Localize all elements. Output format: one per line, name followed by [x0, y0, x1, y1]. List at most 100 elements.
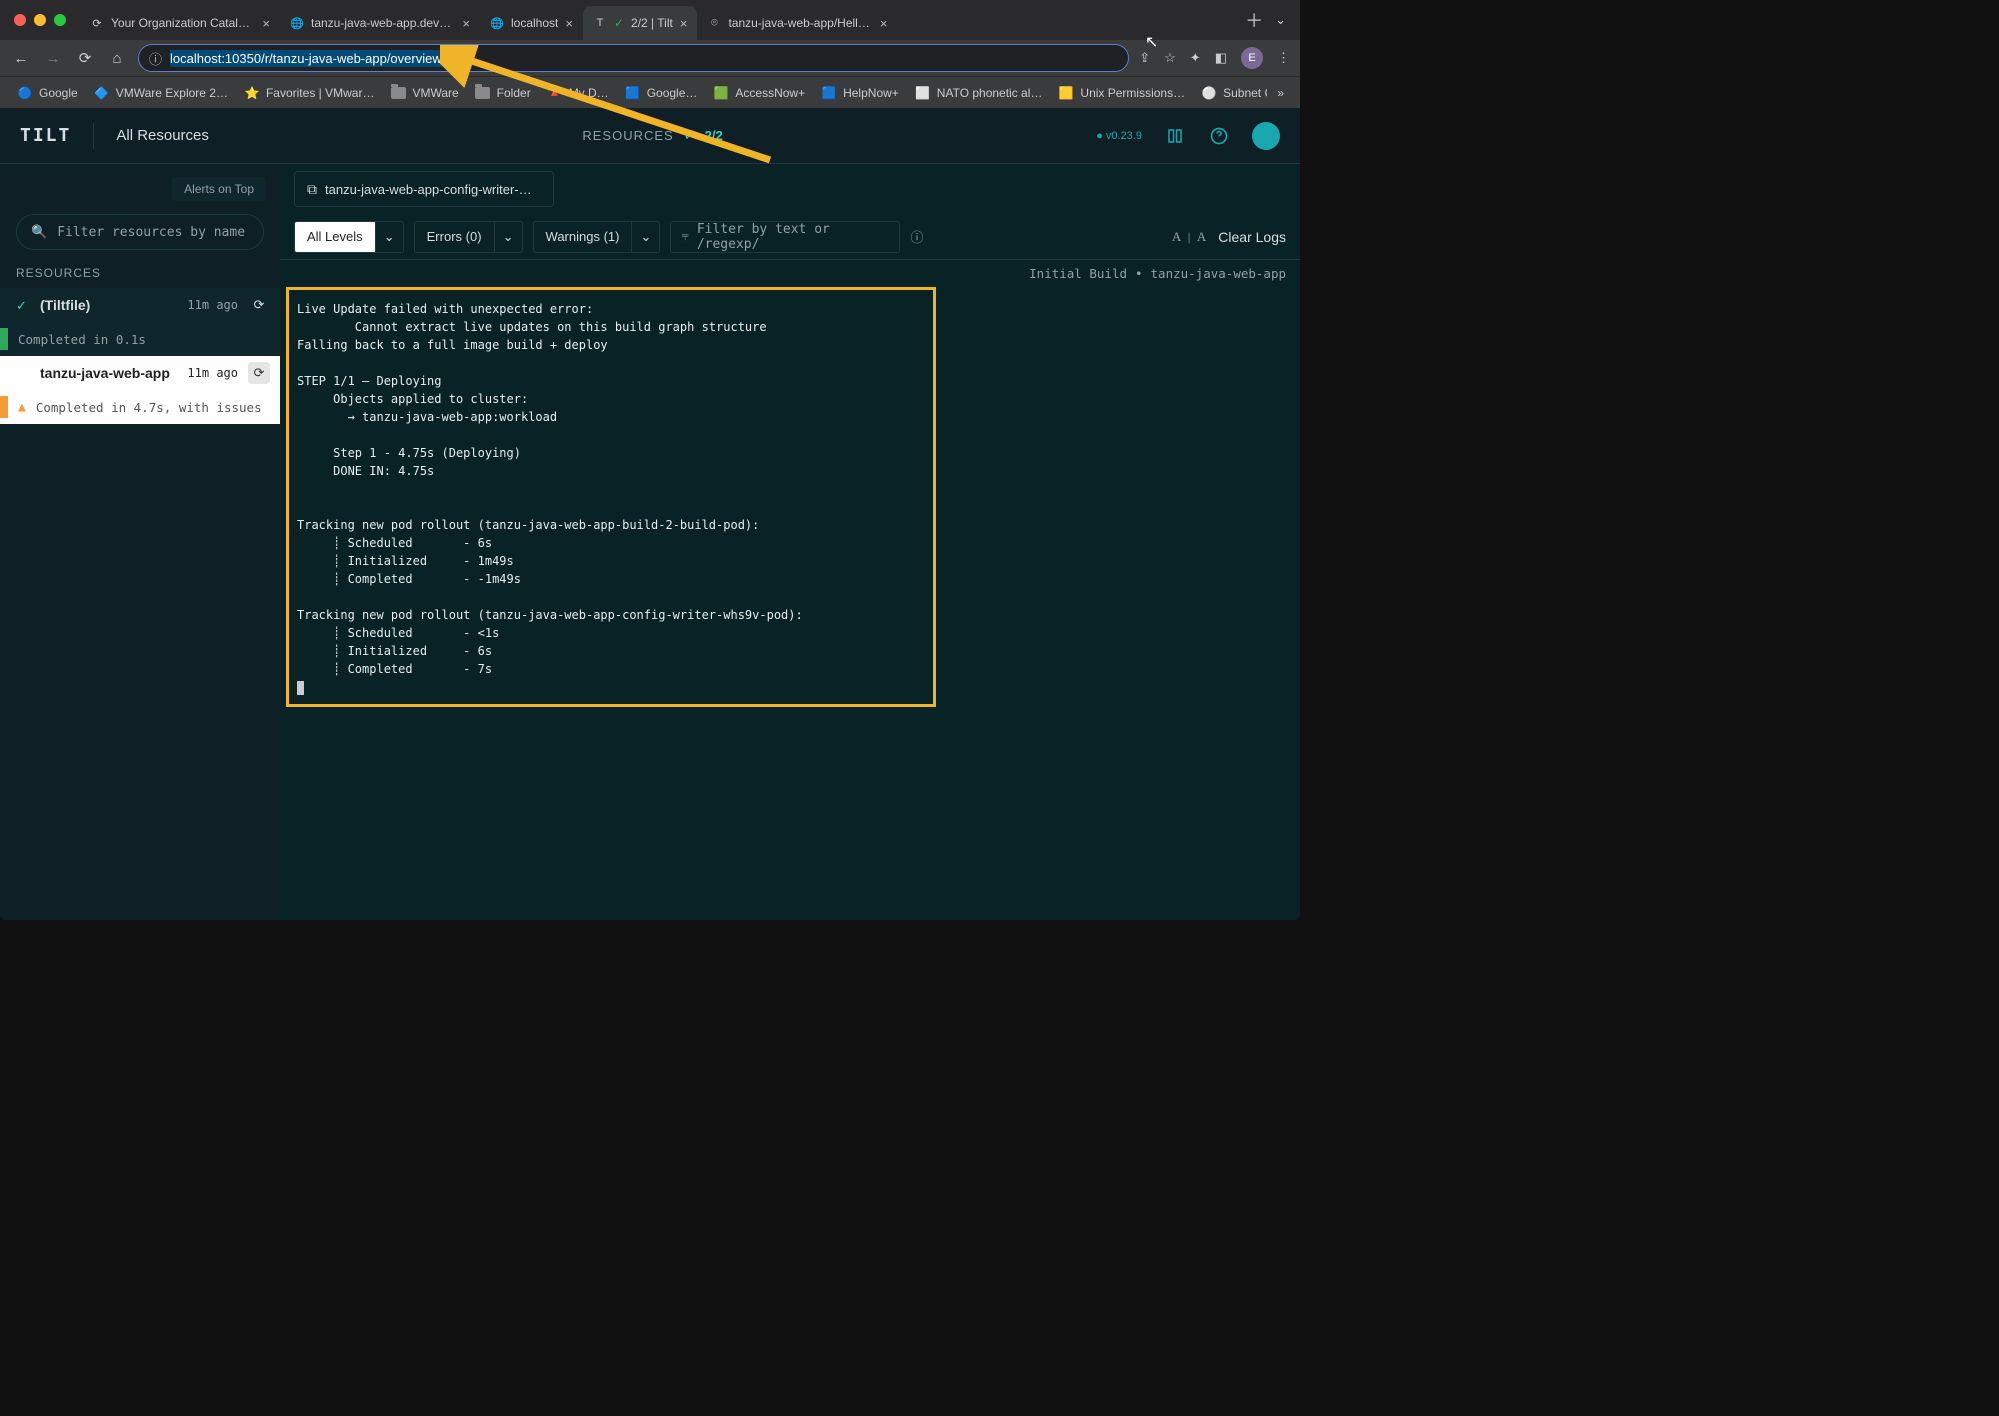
build-status-line: Initial Build•tanzu-java-web-app	[280, 260, 1300, 287]
tab-title: 2/2 | Tilt	[631, 16, 673, 30]
version-label[interactable]: ● v0.23.9	[1096, 130, 1142, 142]
log-level-button[interactable]: All Levels	[294, 221, 376, 253]
log-filter-input[interactable]: ⫧ Filter by text or /regexp/	[670, 221, 900, 253]
tilt-logo[interactable]: TILT	[20, 125, 71, 146]
mouse-cursor: ↖	[1145, 32, 1158, 52]
browser-menu-icon[interactable]: ⋮	[1277, 50, 1290, 66]
resource-filter-input[interactable]: 🔍 Filter resources by name	[16, 214, 264, 250]
share-icon[interactable]: ⇪	[1139, 50, 1150, 66]
close-tab-icon[interactable]: ×	[880, 16, 888, 31]
maximize-window-button[interactable]	[54, 14, 66, 26]
snapshot-icon[interactable]	[1164, 125, 1186, 147]
close-tab-icon[interactable]: ×	[680, 16, 688, 31]
log-level-caret[interactable]: ⌄	[376, 221, 404, 253]
resource-time: 11m ago	[187, 366, 238, 380]
bookmark-item[interactable]: 🔷VMWare Explore 2…	[87, 82, 235, 104]
favicon: ⌾	[707, 16, 721, 30]
errors-filter-button[interactable]: Errors (0)	[414, 221, 495, 253]
bookmark-item[interactable]: 🟦HelpNow+	[814, 82, 906, 104]
errors-caret[interactable]: ⌄	[495, 221, 523, 253]
site-info-icon[interactable]: ⓘ	[149, 49, 162, 68]
extensions-icon[interactable]: ✦	[1190, 50, 1201, 66]
forward-button[interactable]: →	[42, 50, 64, 67]
clear-logs-button[interactable]: Clear Logs	[1218, 229, 1286, 245]
bookmark-icon: 🔺	[547, 85, 563, 101]
bookmark-item[interactable]: VMWare	[383, 82, 465, 104]
browser-tab[interactable]: T✓2/2 | Tilt×	[583, 6, 697, 40]
new-tab-button[interactable]: ＋	[1233, 7, 1275, 33]
resource-time: 11m ago	[187, 298, 238, 312]
bookmark-icon: 🟦	[625, 85, 641, 101]
browser-tabstrip: ⟳Your Organization Catalog | Ta×🌐tanzu-j…	[0, 0, 1300, 40]
reload-resource-button[interactable]: ⟳	[248, 362, 270, 384]
close-tab-icon[interactable]: ×	[262, 16, 270, 31]
check-icon: ✓	[684, 128, 695, 144]
resource-name: (Tiltfile)	[40, 297, 177, 313]
browser-tab[interactable]: ⌾tanzu-java-web-app/HelloCon×	[697, 6, 897, 40]
bookmark-label: NATO phonetic al…	[937, 86, 1043, 100]
bookmark-item[interactable]: 🟩AccessNow+	[706, 82, 812, 104]
resource-item[interactable]: tanzu-java-web-app 11m ago ⟳ ▲ Completed…	[0, 356, 280, 424]
tab-overflow-button[interactable]: ⌄	[1275, 12, 1286, 28]
profile-avatar[interactable]: E	[1241, 47, 1263, 69]
bookmark-item[interactable]: 🔵Google	[10, 82, 85, 104]
bookmark-item[interactable]: Folder	[468, 82, 538, 104]
bookmark-label: AccessNow+	[735, 86, 805, 100]
panel-icon[interactable]: ◧	[1215, 50, 1227, 66]
font-size-toggle[interactable]: A | A	[1172, 229, 1208, 245]
status-indicator	[0, 396, 8, 418]
bookmark-star-icon[interactable]: ☆	[1164, 50, 1176, 66]
tilt-header: TILT All Resources RESOURCES ✓ 2/2 ● v0.…	[0, 108, 1300, 164]
filter-icon: ⫧	[681, 229, 688, 244]
log-output[interactable]: Live Update failed with unexpected error…	[286, 287, 936, 707]
reload-resource-button[interactable]: ⟳	[248, 294, 270, 316]
bookmark-item[interactable]: ⚪Subnet Cheat She…	[1194, 82, 1267, 104]
tab-title: Your Organization Catalog | Ta	[111, 16, 255, 30]
resource-status-text: Completed in 0.1s	[18, 332, 146, 347]
browser-tab[interactable]: ⟳Your Organization Catalog | Ta×	[80, 6, 280, 40]
browser-tab[interactable]: 🌐localhost×	[480, 6, 583, 40]
pod-chip[interactable]: ⧉ tanzu-java-web-app-config-writer-w…	[294, 171, 554, 207]
warnings-caret[interactable]: ⌄	[632, 221, 660, 253]
bookmarks-overflow-button[interactable]: »	[1271, 86, 1290, 100]
bookmark-item[interactable]: 🔺My D…	[540, 82, 616, 104]
close-tab-icon[interactable]: ×	[565, 16, 573, 31]
minimize-window-button[interactable]	[34, 14, 46, 26]
user-avatar[interactable]	[1252, 122, 1280, 150]
bookmark-label: Google…	[647, 86, 698, 100]
favicon: 🌐	[290, 16, 304, 30]
divider	[93, 123, 94, 149]
back-button[interactable]: ←	[10, 50, 32, 67]
address-bar[interactable]: ⓘ localhost:10350/r/tanzu-java-web-app/o…	[138, 44, 1129, 72]
bookmark-icon: ⬜	[915, 85, 931, 101]
resource-status-text: Completed in 4.7s, with issues	[36, 400, 262, 415]
resource-item[interactable]: ✓ (Tiltfile) 11m ago ⟳ Completed in 0.1s	[0, 288, 280, 356]
close-tab-icon[interactable]: ×	[462, 16, 470, 31]
resources-count: 2/2	[705, 128, 723, 143]
alerts-on-top-toggle[interactable]: Alerts on Top	[172, 177, 266, 201]
help-icon[interactable]	[1208, 125, 1230, 147]
url-text: localhost:10350/r/tanzu-java-web-app/ove…	[170, 50, 442, 67]
bookmark-label: Subnet Cheat She…	[1223, 86, 1267, 100]
close-window-button[interactable]	[14, 14, 26, 26]
bookmark-item[interactable]: 🟨Unix Permissions…	[1051, 82, 1192, 104]
warnings-filter-button[interactable]: Warnings (1)	[533, 221, 633, 253]
tab-badge: ✓	[614, 16, 624, 30]
filter-placeholder: Filter resources by name	[57, 225, 245, 240]
bookmark-item[interactable]: ⬜ NATO phonetic al…	[908, 82, 1050, 104]
bookmark-item[interactable]: ⭐Favorites | VMwar…	[237, 82, 381, 104]
bookmark-icon	[475, 85, 491, 101]
info-icon[interactable]: ⓘ	[910, 227, 923, 246]
bookmark-label: Folder	[497, 86, 531, 100]
bookmark-icon: 🟦	[821, 85, 837, 101]
home-button[interactable]: ⌂	[106, 50, 128, 67]
reload-button[interactable]: ⟳	[74, 49, 96, 67]
bookmarks-bar: 🔵Google🔷VMWare Explore 2…⭐Favorites | VM…	[0, 76, 1300, 108]
browser-tab[interactable]: 🌐tanzu-java-web-app.dev1.app×	[280, 6, 480, 40]
bookmark-label: VMWare Explore 2…	[116, 86, 228, 100]
bookmark-item[interactable]: 🟦 Google…	[618, 82, 705, 104]
page-title: All Resources	[116, 127, 209, 144]
log-filter-placeholder: Filter by text or /regexp/	[697, 222, 890, 252]
window-controls	[14, 14, 66, 26]
status-indicator	[0, 328, 8, 350]
